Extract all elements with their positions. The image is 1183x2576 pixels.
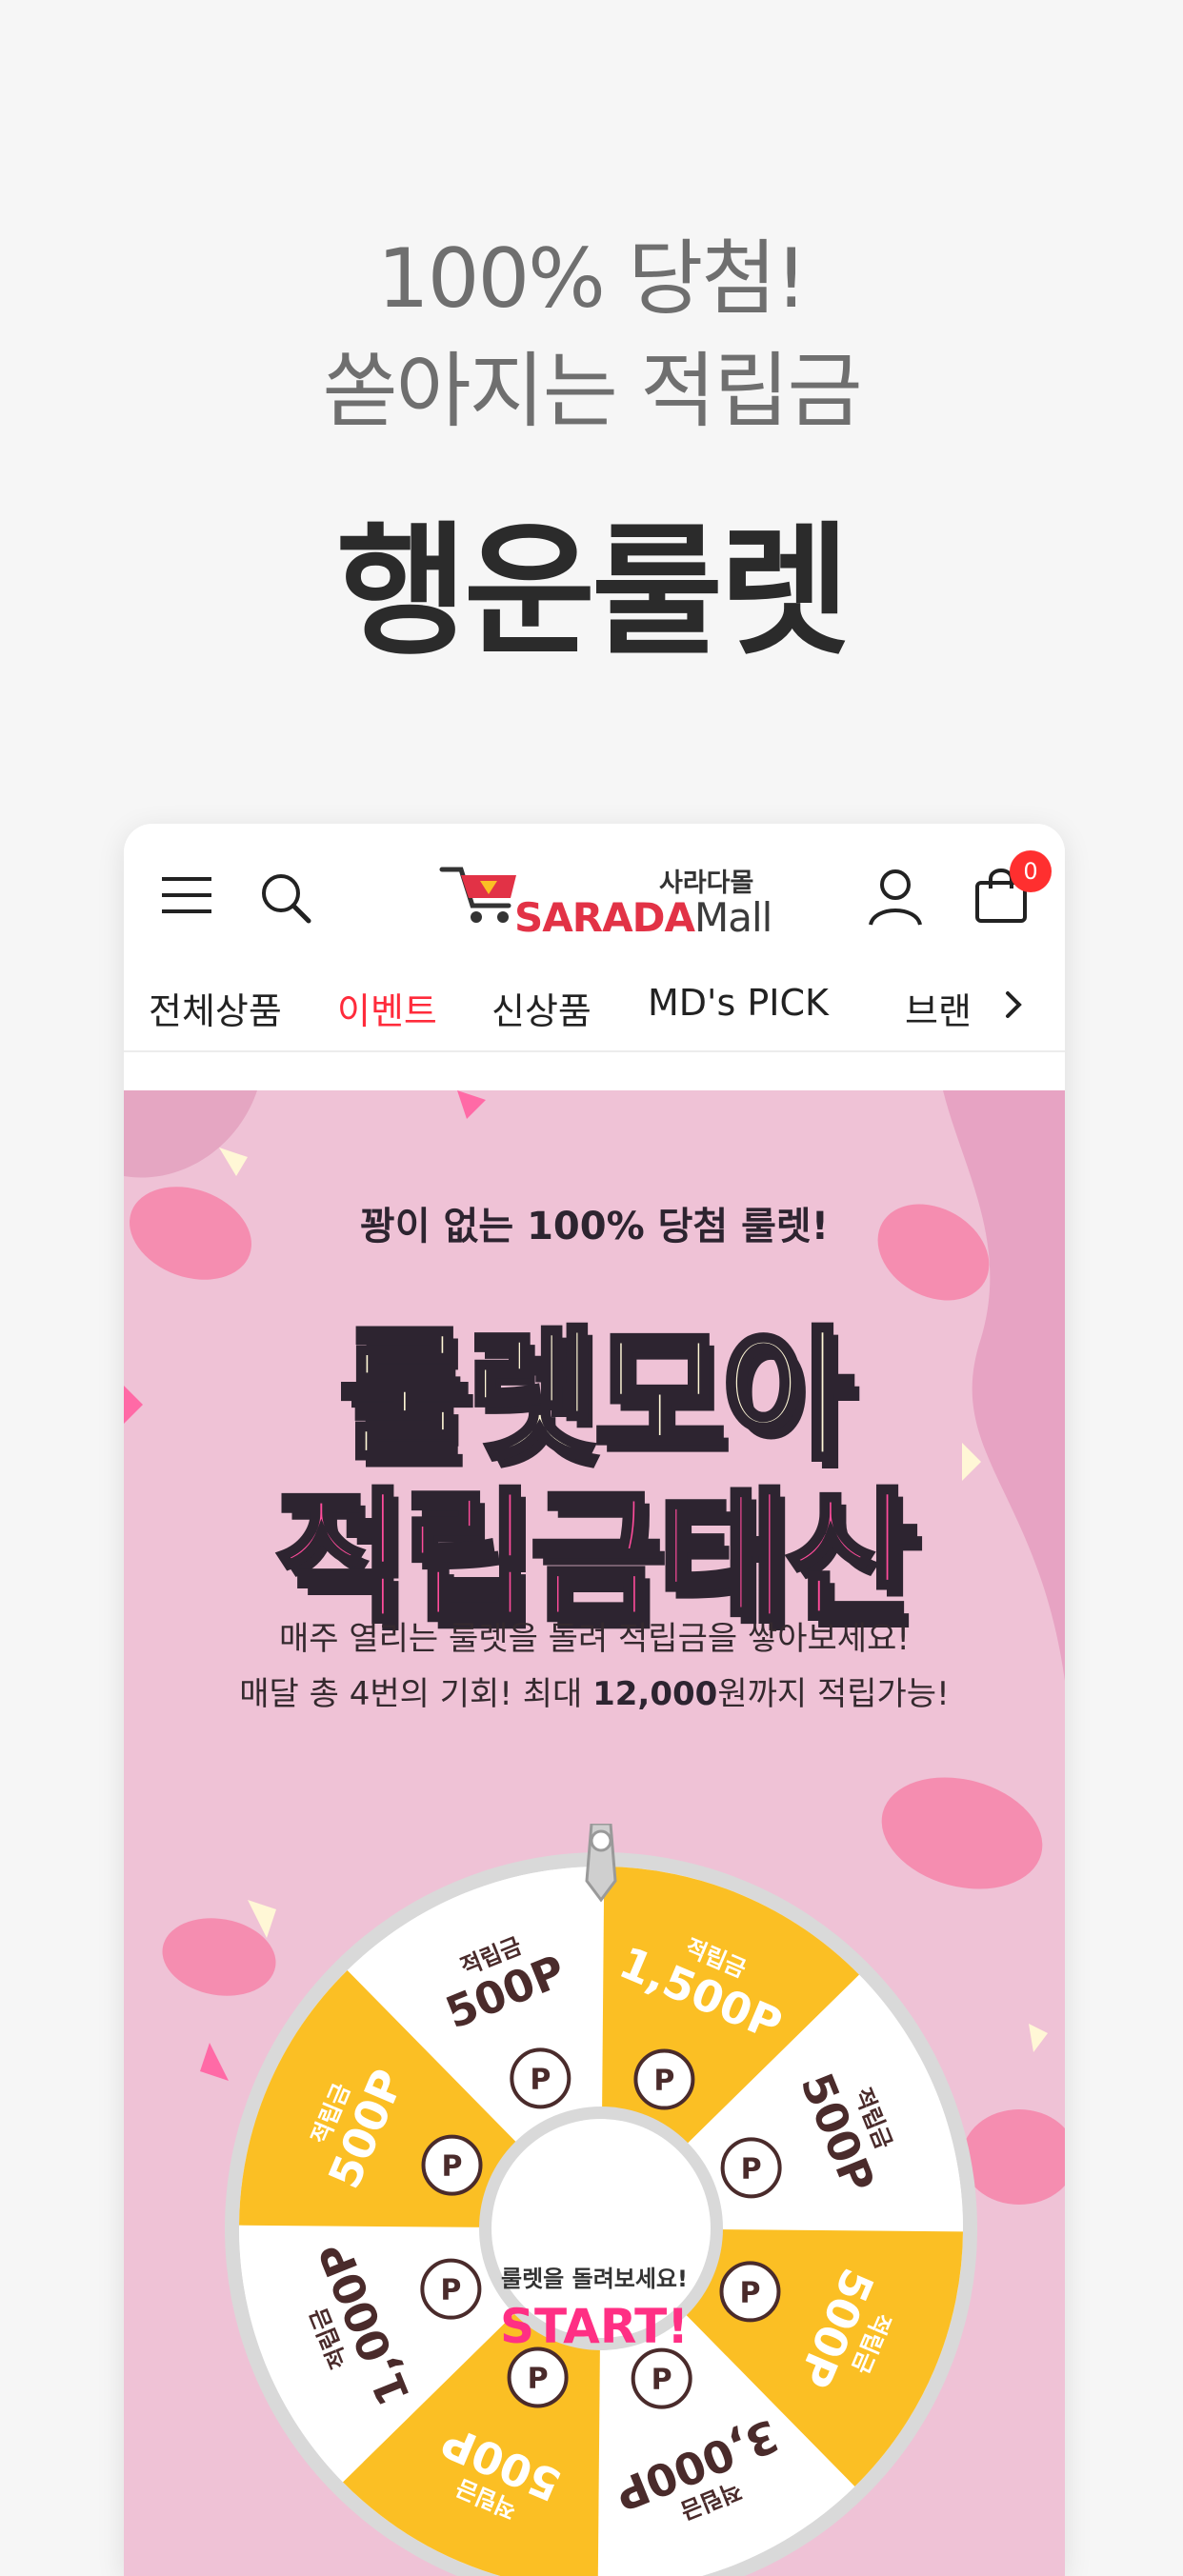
banner-description-2: 매달 총 4번의 기회! 최대 12,000원까지 적립가능! bbox=[124, 1667, 1065, 1714]
logo-brand: SARADA bbox=[514, 894, 695, 941]
desc2-highlight: 12,000 bbox=[592, 1675, 718, 1713]
point-coin-glyph: P bbox=[741, 2152, 762, 2186]
point-coin-glyph: P bbox=[739, 2276, 760, 2309]
nav-item-all[interactable]: 전체상품 bbox=[149, 982, 282, 1034]
phone-mockup: 사라다몰 SARADAMall 0 전체상품 이벤트 신상품 MD's PICK… bbox=[124, 824, 1065, 2576]
chevron-right-icon[interactable] bbox=[993, 984, 1034, 1026]
nav-item-new[interactable]: 신상품 bbox=[491, 982, 592, 1034]
logo-mall: Mall bbox=[693, 894, 772, 941]
roulette-wheel[interactable]: 적립금500PP적립금1,500PP적립금500PP적립금500PP적립금3,0… bbox=[215, 1824, 987, 2576]
desc2-prefix: 매달 총 4번의 기회! 최대 bbox=[239, 1675, 593, 1713]
banner-tagline: 꽝이 없는 100% 당첨 룰렛! bbox=[360, 1205, 829, 1248]
logo-wordmark[interactable]: SARADAMall bbox=[514, 894, 772, 941]
point-coin-glyph: P bbox=[528, 2362, 549, 2395]
search-icon[interactable] bbox=[257, 869, 314, 927]
desc2-suffix: 원까지 적립가능! bbox=[717, 1675, 950, 1713]
event-banner[interactable]: 꽝이 없는 100% 당첨 룰렛! 룰렛모아 적립금태산 매주 열리는 룰렛을 … bbox=[124, 1090, 1065, 2576]
cart-count-badge: 0 bbox=[1010, 850, 1052, 892]
promo-line-1: 100% 당첨! bbox=[377, 231, 808, 327]
point-coin-glyph: P bbox=[530, 2063, 551, 2096]
point-coin-glyph: P bbox=[652, 2364, 672, 2397]
nav-item-mds-pick[interactable]: MD's PICK bbox=[648, 982, 829, 1024]
promo-title: 행운룰렛 bbox=[335, 509, 851, 675]
point-coin-glyph: P bbox=[442, 2150, 463, 2184]
promo-line-2: 쏟아지는 적립금 bbox=[322, 344, 862, 439]
user-icon[interactable] bbox=[867, 868, 924, 927]
nav-item-brand[interactable]: 브랜 bbox=[905, 982, 972, 1034]
wheel-center-subtitle: 룰렛을 돌려보세요! bbox=[501, 2266, 688, 2292]
wheel-start-button[interactable]: 룰렛을 돌려보세요! START! bbox=[451, 2260, 737, 2354]
category-nav: 전체상품 이벤트 신상품 MD's PICK 브랜 bbox=[124, 957, 1065, 1052]
menu-icon[interactable] bbox=[158, 873, 215, 917]
banner-description-1: 매주 열리는 룰렛을 돌려 적립금을 쌓아보세요! bbox=[279, 1620, 910, 1658]
app-header: 사라다몰 SARADAMall 0 bbox=[124, 824, 1065, 957]
wheel-start-label: START! bbox=[499, 2299, 690, 2354]
promo-section: 100% 당첨! 쏟아지는 적립금 행운룰렛 bbox=[0, 0, 1183, 819]
nav-item-event[interactable]: 이벤트 bbox=[337, 982, 437, 1034]
point-coin-glyph: P bbox=[653, 2065, 674, 2098]
